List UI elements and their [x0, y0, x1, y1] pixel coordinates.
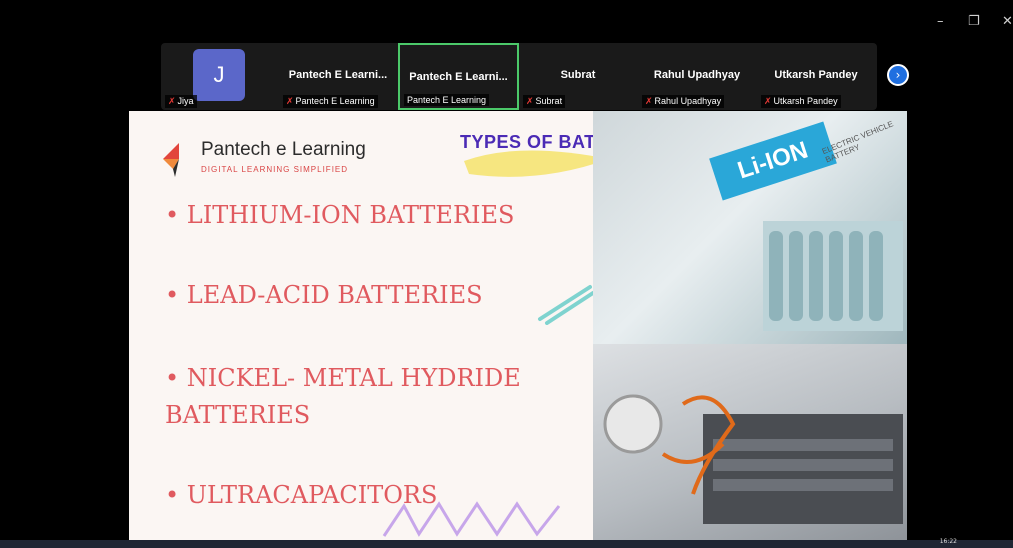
- mic-muted-icon: ✗: [286, 96, 294, 106]
- participant-name: Rahul Upadhyay: [653, 69, 741, 81]
- ev-battery-label: ELECTRIC VEHICLE BATTERY: [820, 119, 895, 165]
- participant-tile[interactable]: Rahul Upadhyay ✗ Rahul Upadhyay: [638, 43, 756, 110]
- mic-muted-icon: ✗: [168, 96, 176, 106]
- mic-muted-icon: ✗: [526, 96, 534, 106]
- logo-tagline: DIGITAL LEARNING SIMPLIFIED: [201, 165, 349, 174]
- participant-tile[interactable]: Pantech E Learni... ✗ Pantech E Learning: [279, 43, 397, 110]
- participant-name: Pantech E Learni...: [288, 69, 388, 81]
- bullet-item: • NICKEL- METAL HYDRIDE: [165, 364, 521, 392]
- bullet-item: BATTERIES: [165, 401, 311, 429]
- li-ion-label: Li-ION: [709, 121, 837, 201]
- bullet-item: • LEAD-ACID BATTERIES: [165, 281, 483, 309]
- bullet-item: • LITHIUM-ION BATTERIES: [165, 201, 515, 229]
- participant-name: Utkarsh Pandey: [774, 69, 858, 81]
- taskbar-clock: 16:22: [939, 538, 957, 545]
- restore-button[interactable]: ❐: [968, 14, 980, 29]
- teal-scribble-icon: [538, 285, 595, 325]
- avatar: J: [193, 49, 245, 101]
- pantech-logo-icon: [163, 143, 179, 177]
- battery-pack-icon: [603, 394, 903, 524]
- participant-name: Subrat: [560, 69, 596, 81]
- participant-label: Pantech E Learning: [404, 94, 490, 106]
- minimize-button[interactable]: –: [937, 14, 944, 29]
- purple-scribble-icon: [382, 501, 561, 537]
- chevron-right-icon: ›: [895, 68, 901, 82]
- participant-label: ✗ Utkarsh Pandey: [761, 95, 841, 108]
- battery-pack-photo: [593, 344, 907, 540]
- taskbar: 16:22: [0, 538, 1013, 548]
- participant-strip: J ✗ Jiya Pantech E Learni... ✗ Pantech E L…: [161, 43, 877, 110]
- participant-label: ✗ Rahul Upadhyay: [642, 95, 725, 108]
- mic-muted-icon: ✗: [764, 96, 772, 106]
- participant-label: ✗ Subrat: [523, 95, 566, 108]
- participant-tile[interactable]: Subrat ✗ Subrat: [519, 43, 637, 110]
- participant-label: ✗ Pantech E Learning: [283, 95, 378, 108]
- participant-tile-active-speaker[interactable]: Pantech E Learni... Pantech E Learning: [398, 43, 519, 110]
- mic-muted-icon: ✗: [645, 96, 653, 106]
- battery-cells-icon: [763, 221, 903, 331]
- li-ion-battery-photo: Li-ION ELECTRIC VEHICLE BATTERY: [593, 111, 907, 344]
- logo-name: Pantech e Learning: [201, 139, 366, 160]
- close-button[interactable]: ✕: [1002, 14, 1013, 29]
- zoom-window: – ❐ ✕ J ✗ Jiya Pantech E Learni... ✗ Pante…: [0, 0, 1013, 540]
- next-participants-button[interactable]: ›: [887, 64, 909, 86]
- participant-tile[interactable]: Utkarsh Pandey ✗ Utkarsh Pandey: [757, 43, 875, 110]
- participant-label: ✗ Jiya: [165, 95, 197, 108]
- shared-screen-slide: Pantech e Learning DIGITAL LEARNING SIMP…: [129, 111, 907, 540]
- participant-name: Pantech E Learni...: [409, 71, 508, 83]
- logo: Pantech e Learning DIGITAL LEARNING SIMP…: [161, 139, 366, 181]
- participant-tile-jiya[interactable]: J ✗ Jiya: [161, 43, 279, 110]
